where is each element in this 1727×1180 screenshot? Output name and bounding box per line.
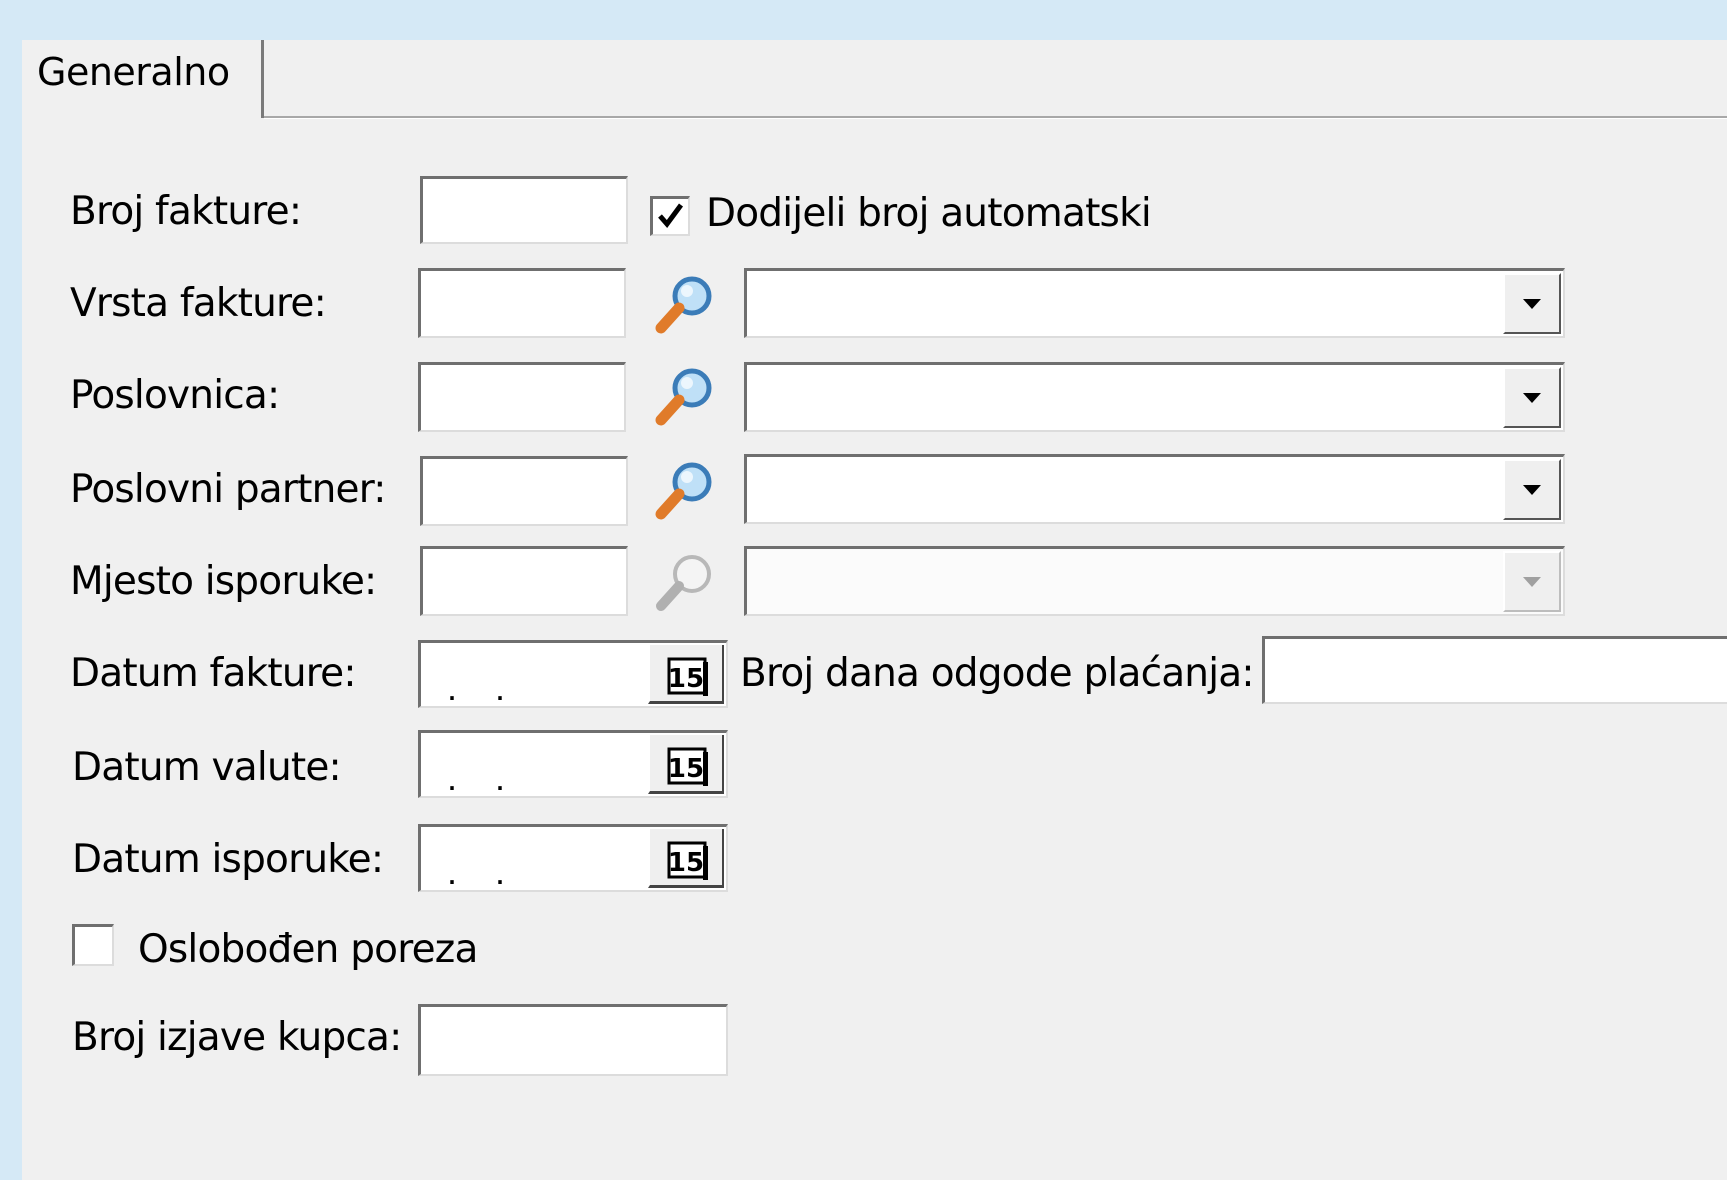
poslovnica-code-input[interactable]: [418, 362, 626, 432]
magnifier-icon: [656, 555, 711, 611]
vrsta-fakture-combobox[interactable]: [744, 268, 1565, 338]
poslovni-partner-dropdown-button[interactable]: [1503, 459, 1561, 520]
dodijeli-checkbox[interactable]: [650, 196, 690, 236]
mjesto-isporuke-dropdown-button: [1503, 551, 1561, 612]
datum-fakture-input[interactable]: . . 15: [418, 640, 728, 708]
chevron-down-icon: [1523, 484, 1541, 495]
poslovnica-dropdown-button[interactable]: [1503, 367, 1561, 428]
datum-valute-calendar-button[interactable]: 15: [648, 735, 724, 794]
poslovnica-label: Poslovnica:: [70, 373, 280, 418]
datum-valute-label: Datum valute:: [72, 745, 342, 790]
datum-isporuke-value: . .: [447, 851, 520, 892]
broj-dana-label: Broj dana odgode plaćanja:: [740, 651, 1255, 696]
chevron-down-icon: [1523, 576, 1541, 587]
datum-fakture-label: Datum fakture:: [70, 651, 356, 696]
vrsta-fakture-code-input[interactable]: [418, 268, 626, 338]
broj-fakture-label: Broj fakture:: [70, 189, 302, 234]
poslovnica-combobox[interactable]: [744, 362, 1565, 432]
magnifier-icon[interactable]: [652, 272, 720, 336]
magnifier-icon[interactable]: [652, 364, 720, 428]
datum-fakture-value: . .: [447, 667, 520, 708]
calendar-icon: 15: [667, 747, 708, 786]
chevron-down-icon: [1523, 392, 1541, 403]
mjesto-isporuke-code-input[interactable]: [420, 546, 628, 616]
broj-izjave-input[interactable]: [418, 1004, 728, 1076]
magnifier-icon[interactable]: [652, 458, 720, 522]
oslobodjen-label: Oslobođen poreza: [138, 927, 478, 972]
svg-text:15: 15: [668, 754, 704, 784]
checkmark-icon: [658, 203, 684, 228]
mjesto-isporuke-label: Mjesto isporuke:: [70, 559, 377, 604]
datum-isporuke-label: Datum isporuke:: [72, 837, 384, 882]
mjesto-isporuke-combobox: [744, 546, 1565, 616]
oslobodjen-checkbox[interactable]: [72, 924, 114, 966]
calendar-icon: 15: [667, 841, 708, 880]
tab-divider-highlight: [264, 118, 1727, 119]
calendar-icon: 15: [667, 657, 708, 696]
vrsta-fakture-label: Vrsta fakture:: [70, 281, 327, 326]
broj-fakture-input[interactable]: [420, 176, 628, 244]
poslovni-partner-label: Poslovni partner:: [70, 467, 386, 512]
svg-text:15: 15: [668, 848, 704, 878]
vrsta-fakture-dropdown-button[interactable]: [1503, 273, 1561, 334]
tab-label: Generalno: [37, 50, 230, 94]
dodijeli-label: Dodijeli broj automatski: [706, 191, 1152, 236]
svg-text:15: 15: [668, 664, 704, 694]
datum-isporuke-input[interactable]: . . 15: [418, 824, 728, 892]
broj-dana-input[interactable]: [1262, 636, 1727, 704]
poslovni-partner-code-input[interactable]: [420, 456, 628, 526]
datum-fakture-calendar-button[interactable]: 15: [648, 645, 724, 704]
datum-isporuke-calendar-button[interactable]: 15: [648, 829, 724, 888]
broj-izjave-label: Broj izjave kupca:: [72, 1015, 402, 1060]
datum-valute-input[interactable]: . . 15: [418, 730, 728, 798]
datum-valute-value: . .: [447, 757, 520, 798]
poslovni-partner-combobox[interactable]: [744, 454, 1565, 524]
chevron-down-icon: [1523, 298, 1541, 309]
